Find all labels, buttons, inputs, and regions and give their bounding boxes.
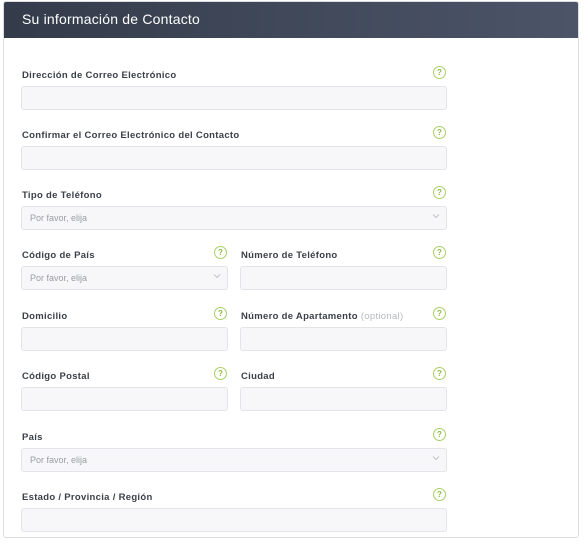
city-input[interactable] xyxy=(240,387,447,411)
help-icon[interactable]: ? xyxy=(433,66,446,79)
phone-number-label: Número de Teléfono xyxy=(241,250,338,261)
email-confirm-label: Confirmar el Correo Electrónico del Cont… xyxy=(22,130,240,141)
country-code-field-group: Código de País ? Por favor, elija xyxy=(21,246,228,292)
chevron-down-icon xyxy=(432,456,440,461)
postal-code-input[interactable] xyxy=(21,387,228,411)
help-icon[interactable]: ? xyxy=(214,307,227,320)
help-icon[interactable]: ? xyxy=(433,488,446,501)
address-input[interactable] xyxy=(21,327,228,351)
email-field-group: Dirección de Correo Electrónico ? xyxy=(21,66,447,112)
section-header: Su información de Contacto xyxy=(4,2,578,38)
address-field-group: Domicilio ? xyxy=(21,307,228,353)
phone-number-field-group: Número de Teléfono ? xyxy=(240,246,447,292)
email-confirm-field-group: Confirmar el Correo Electrónico del Cont… xyxy=(21,126,447,172)
contact-info-panel: Su información de Contacto Dirección de … xyxy=(3,1,579,538)
help-icon[interactable]: ? xyxy=(433,367,446,380)
help-icon[interactable]: ? xyxy=(433,126,446,139)
country-select[interactable]: Por favor, elija xyxy=(21,448,447,472)
apartment-label-text: Número de Apartamento xyxy=(241,311,358,322)
country-code-select[interactable]: Por favor, elija xyxy=(21,266,228,290)
help-icon[interactable]: ? xyxy=(214,246,227,259)
chevron-down-icon xyxy=(213,274,221,279)
optional-tag: (optional) xyxy=(360,311,404,322)
phone-type-field-group: Tipo de Teléfono ? Por favor, elija xyxy=(21,186,447,232)
country-field-group: País ? Por favor, elija xyxy=(21,428,447,474)
phone-type-select[interactable]: Por favor, elija xyxy=(21,206,447,230)
postal-code-field-group: Código Postal ? xyxy=(21,367,228,413)
section-title: Su información de Contacto xyxy=(22,11,200,27)
help-icon[interactable]: ? xyxy=(433,246,446,259)
phone-number-input[interactable] xyxy=(240,266,447,290)
email-confirm-input[interactable] xyxy=(21,146,447,170)
help-icon[interactable]: ? xyxy=(433,428,446,441)
phone-type-label: Tipo de Teléfono xyxy=(22,190,102,201)
email-label: Dirección de Correo Electrónico xyxy=(22,70,177,81)
apartment-field-group: Número de Apartamento (optional) ? xyxy=(240,307,447,353)
city-label: Ciudad xyxy=(241,371,275,382)
address-label: Domicilio xyxy=(22,311,68,322)
state-input[interactable] xyxy=(21,508,447,532)
city-field-group: Ciudad ? xyxy=(240,367,447,413)
help-icon[interactable]: ? xyxy=(214,367,227,380)
help-icon[interactable]: ? xyxy=(433,186,446,199)
help-icon[interactable]: ? xyxy=(433,307,446,320)
email-input[interactable] xyxy=(21,86,447,110)
state-field-group: Estado / Provincia / Región ? xyxy=(21,488,447,534)
phone-type-selected-value: Por favor, elija xyxy=(30,213,88,223)
country-label: País xyxy=(22,432,43,443)
state-label: Estado / Provincia / Región xyxy=(22,492,153,503)
apartment-label: Número de Apartamento (optional) xyxy=(241,311,403,322)
country-code-selected-value: Por favor, elija xyxy=(30,273,88,283)
postal-code-label: Código Postal xyxy=(22,371,90,382)
apartment-input[interactable] xyxy=(240,327,447,351)
chevron-down-icon xyxy=(432,214,440,219)
country-code-label: Código de País xyxy=(22,250,95,261)
country-selected-value: Por favor, elija xyxy=(30,455,88,465)
